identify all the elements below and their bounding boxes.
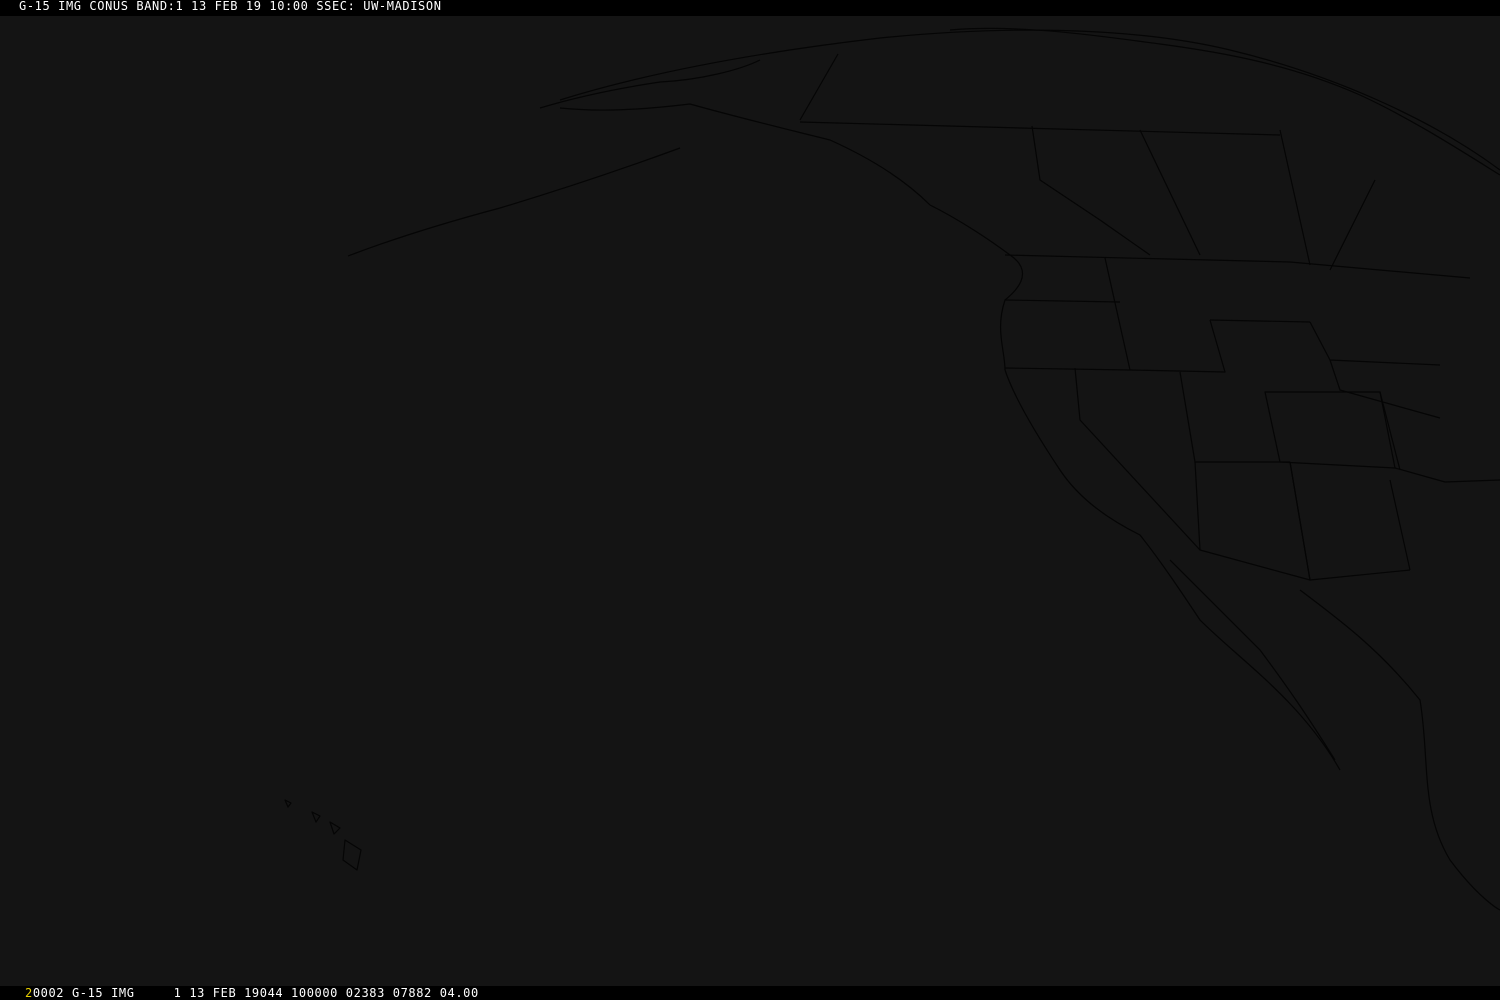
alaska-coastline [539, 59, 931, 206]
pacific-northwest-coast [929, 204, 1023, 371]
image-header-bar: G-15 IMG CONUS BAND:1 13 FEB 19 10:00 SS… [0, 0, 1500, 16]
image-footer-text: 0002 G-15 IMG 1 13 FEB 19044 100000 0238… [32, 986, 479, 1000]
texas-border [1389, 467, 1500, 571]
arctic-coastline [949, 27, 1500, 176]
frame-number: 2 [25, 986, 33, 1000]
wyoming-border [1129, 319, 1226, 373]
oregon-california-border [1004, 367, 1131, 371]
nm-texas-border [1289, 461, 1411, 581]
image-header-text: G-15 IMG CONUS BAND:1 13 FEB 19 10:00 SS… [19, 0, 442, 13]
colorado-border [1264, 391, 1396, 469]
manitoba-ontario-border [1329, 179, 1376, 271]
hawaii-islands [284, 799, 362, 871]
utah-border [1179, 371, 1290, 463]
idaho-border [1104, 257, 1131, 371]
sask-manitoba-border [1279, 129, 1311, 266]
nevada-border [1074, 367, 1201, 551]
satellite-viewer: G-15 IMG CONUS BAND:1 13 FEB 19 10:00 SS… [0, 0, 1500, 1000]
bc-alberta-border [1031, 125, 1151, 256]
mexico-west-coast [1299, 589, 1500, 911]
baja-coastline [1169, 559, 1336, 761]
aleutian-islands [347, 147, 681, 257]
alberta-sask-border [1139, 129, 1201, 256]
satellite-image [0, 16, 1500, 986]
montana-dakota-border [1209, 319, 1311, 323]
washington-oregon-border [1004, 299, 1121, 303]
map-outline-overlay [284, 27, 1500, 911]
earth-limb [559, 29, 1500, 171]
us-canada-border [1004, 254, 1471, 279]
us-west-coastline [1004, 369, 1341, 771]
canada-top-boundary [799, 121, 1281, 136]
alaska-canada-border [799, 53, 839, 121]
image-footer-bar: 20002 G-15 IMG 1 13 FEB 19044 100000 023… [0, 986, 1500, 1000]
plains-borders [1309, 321, 1441, 471]
